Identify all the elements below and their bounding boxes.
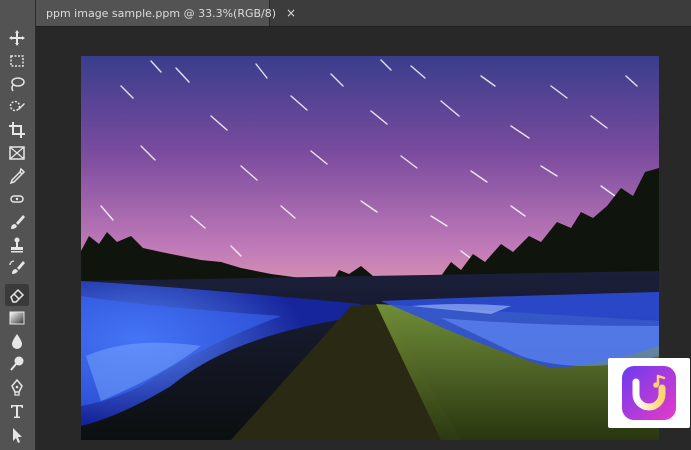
spot-healing-tool-icon [10, 195, 24, 203]
eyedropper-tool[interactable] [5, 165, 29, 187]
crop-tool-icon [9, 122, 25, 138]
crop-tool[interactable] [5, 119, 29, 141]
history-brush-tool-icon [9, 260, 25, 274]
path-selection-tool-icon [13, 428, 22, 443]
move-tool[interactable] [5, 27, 29, 49]
gradient-tool-icon [9, 311, 25, 325]
document-tab[interactable]: ppm image sample.ppm @ 33.3%(RGB/8) × [36, 0, 296, 26]
brush-tool-icon [11, 215, 25, 229]
tools-panel [0, 0, 36, 450]
type-tool-icon [11, 405, 23, 418]
frame-tool-icon [9, 146, 25, 160]
clone-stamp-tool-icon [11, 237, 23, 253]
canvas-image[interactable] [81, 56, 659, 440]
marquee-tool-icon [10, 55, 24, 67]
gradient-tool[interactable] [5, 307, 29, 329]
clone-stamp-tool[interactable] [5, 234, 29, 256]
eraser-tool[interactable] [5, 284, 29, 306]
path-selection-tool[interactable] [5, 424, 29, 446]
eraser-tool-icon [10, 288, 25, 303]
quick-selection-tool[interactable] [5, 96, 29, 118]
document-tab-label: ppm image sample.ppm @ 33.3%(RGB/8) [46, 6, 277, 20]
spot-healing-tool[interactable] [5, 188, 29, 210]
blur-tool[interactable] [5, 330, 29, 352]
dodge-tool[interactable] [5, 353, 29, 375]
document-tab-bar: ppm image sample.ppm @ 33.3%(RGB/8) × [36, 0, 691, 27]
quick-selection-tool-icon [9, 100, 25, 112]
type-tool[interactable] [5, 400, 29, 422]
pen-tool[interactable] [5, 376, 29, 398]
night-field-photo [81, 56, 659, 440]
pen-tool-icon [11, 378, 23, 396]
history-brush-tool[interactable] [5, 257, 29, 279]
frame-tool[interactable] [5, 142, 29, 164]
lasso-tool-icon [11, 77, 25, 92]
app-logo-badge [608, 358, 690, 428]
app-logo-icon [622, 366, 676, 420]
dodge-tool-icon [10, 356, 24, 371]
lasso-tool[interactable] [5, 73, 29, 95]
move-tool-icon [9, 30, 25, 46]
eyedropper-tool-icon [9, 167, 26, 185]
close-tab-icon[interactable]: × [286, 6, 296, 20]
brush-tool[interactable] [5, 211, 29, 233]
blur-tool-icon [12, 334, 22, 349]
marquee-tool[interactable] [5, 50, 29, 72]
